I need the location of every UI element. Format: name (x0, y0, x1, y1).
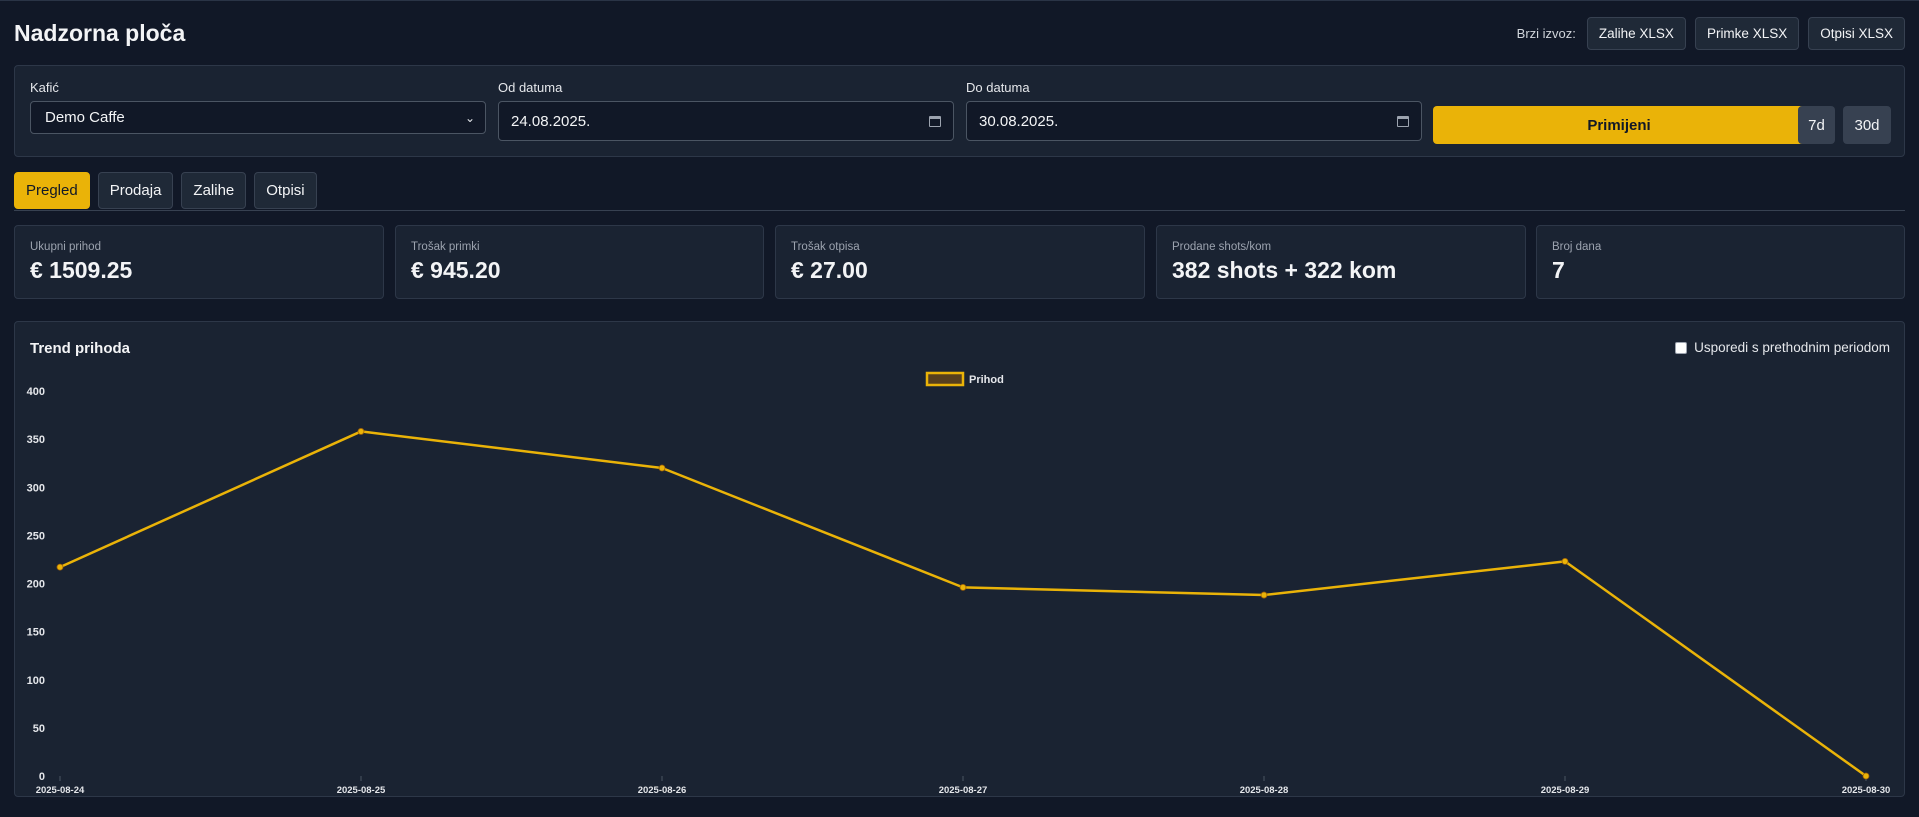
stat-label: Prodane shots/kom (1172, 241, 1272, 253)
export-receipts-button[interactable]: Primke XLSX (1694, 16, 1800, 50)
to-date-value: 30.08.2025. (979, 112, 1059, 130)
x-tick-label: 2025-08-30 (1842, 785, 1891, 796)
stat-card-day-count: Broj dana 7 (1536, 225, 1905, 299)
y-tick-label: 350 (27, 434, 45, 446)
to-date-input[interactable]: 30.08.2025. (966, 101, 1422, 141)
data-point (1862, 772, 1870, 780)
y-tick-label: 250 (27, 530, 45, 542)
cafe-select[interactable]: Demo Caffe ⌄ (30, 101, 486, 134)
from-date-label: Od datuma (498, 80, 563, 95)
y-tick-label: 150 (27, 627, 45, 639)
stat-label: Ukupni prihod (30, 241, 101, 253)
y-tick-label: 400 (27, 386, 45, 398)
stat-value: € 945.20 (411, 257, 501, 283)
data-point (1561, 557, 1569, 565)
legend-swatch (925, 371, 965, 387)
tabs-divider (14, 210, 1905, 211)
quick-export: Brzi izvoz: Zalihe XLSX Primke XLSX Otpi… (1516, 16, 1905, 50)
revenue-trend-card: Trend prihoda Usporedi s prethodnim peri… (14, 321, 1905, 797)
to-date-label: Do datuma (966, 80, 1030, 95)
y-tick-label: 200 (27, 579, 45, 591)
stat-value: 7 (1552, 257, 1565, 283)
apply-button[interactable]: Primijeni (1433, 106, 1805, 144)
stat-label: Broj dana (1552, 241, 1602, 253)
y-tick-label: 50 (33, 723, 45, 735)
cafe-label: Kafić (30, 80, 59, 95)
chevron-down-icon: ⌄ (464, 110, 475, 125)
x-tick-label: 2025-08-26 (638, 785, 687, 796)
tab-stock[interactable]: Zalihe (181, 172, 247, 209)
stat-label: Trošak otpisa (791, 241, 860, 253)
range-7d-button[interactable]: 7d (1798, 106, 1835, 144)
y-tick-label: 300 (27, 482, 45, 494)
stat-card-units-sold: Prodane shots/kom 382 shots + 322 kom (1156, 225, 1526, 299)
cafe-select-value: Demo Caffe (45, 109, 125, 126)
top-bar: Nadzorna ploča Brzi izvoz: Zalihe XLSX P… (14, 15, 1905, 51)
quick-export-label: Brzi izvoz: (1516, 25, 1576, 41)
tab-writeoffs[interactable]: Otpisi (254, 172, 317, 209)
x-tick-label: 2025-08-24 (36, 785, 85, 796)
stat-value: € 27.00 (791, 257, 868, 283)
to-date-field: Do datuma 30.08.2025. (966, 80, 1422, 141)
range-30d-button[interactable]: 30d (1843, 106, 1891, 144)
data-point (357, 428, 365, 435)
data-point (959, 583, 967, 591)
data-point (1260, 591, 1268, 599)
cafe-field: Kafić Demo Caffe ⌄ (30, 80, 486, 134)
x-tick-label: 2025-08-25 (337, 785, 386, 796)
from-date-field: Od datuma 24.08.2025. (498, 80, 954, 141)
legend-label: Prihod (969, 374, 1004, 386)
stat-card-receipts-cost: Trošak primki € 945.20 (395, 225, 764, 299)
calendar-icon[interactable] (929, 115, 941, 127)
data-point (56, 563, 64, 571)
filter-panel: Kafić Demo Caffe ⌄ Od datuma 24.08.2025.… (14, 65, 1905, 157)
tab-overview[interactable]: Pregled (14, 172, 90, 209)
y-tick-label: 0 (39, 771, 45, 783)
from-date-value: 24.08.2025. (511, 112, 591, 130)
stat-card-writeoff-cost: Trošak otpisa € 27.00 (775, 225, 1145, 299)
stat-value: 382 shots + 322 kom (1172, 257, 1397, 283)
stat-label: Trošak primki (411, 241, 480, 253)
page-title: Nadzorna ploča (14, 19, 186, 46)
revenue-line-chart: 0 50 100 150 200 250 300 350 400 2025-08-24 2025-0… (27, 371, 1891, 796)
x-tick-label: 2025-08-27 (939, 785, 988, 796)
x-tick-label: 2025-08-28 (1240, 785, 1289, 796)
from-date-input[interactable]: 24.08.2025. (498, 101, 954, 141)
series-line (59, 430, 1867, 778)
data-point (658, 464, 666, 472)
x-tick-label: 2025-08-29 (1541, 785, 1590, 796)
export-stock-button[interactable]: Zalihe XLSX (1586, 16, 1686, 50)
export-writeoffs-button[interactable]: Otpisi XLSX (1808, 16, 1905, 50)
calendar-icon[interactable] (1397, 115, 1409, 127)
tab-bar: Pregled Prodaja Zalihe Otpisi (14, 172, 317, 209)
y-tick-label: 100 (27, 675, 45, 687)
stat-card-total-revenue: Ukupni prihod € 1509.25 (14, 225, 384, 299)
stat-value: € 1509.25 (30, 257, 133, 283)
tab-sales[interactable]: Prodaja (97, 172, 174, 209)
